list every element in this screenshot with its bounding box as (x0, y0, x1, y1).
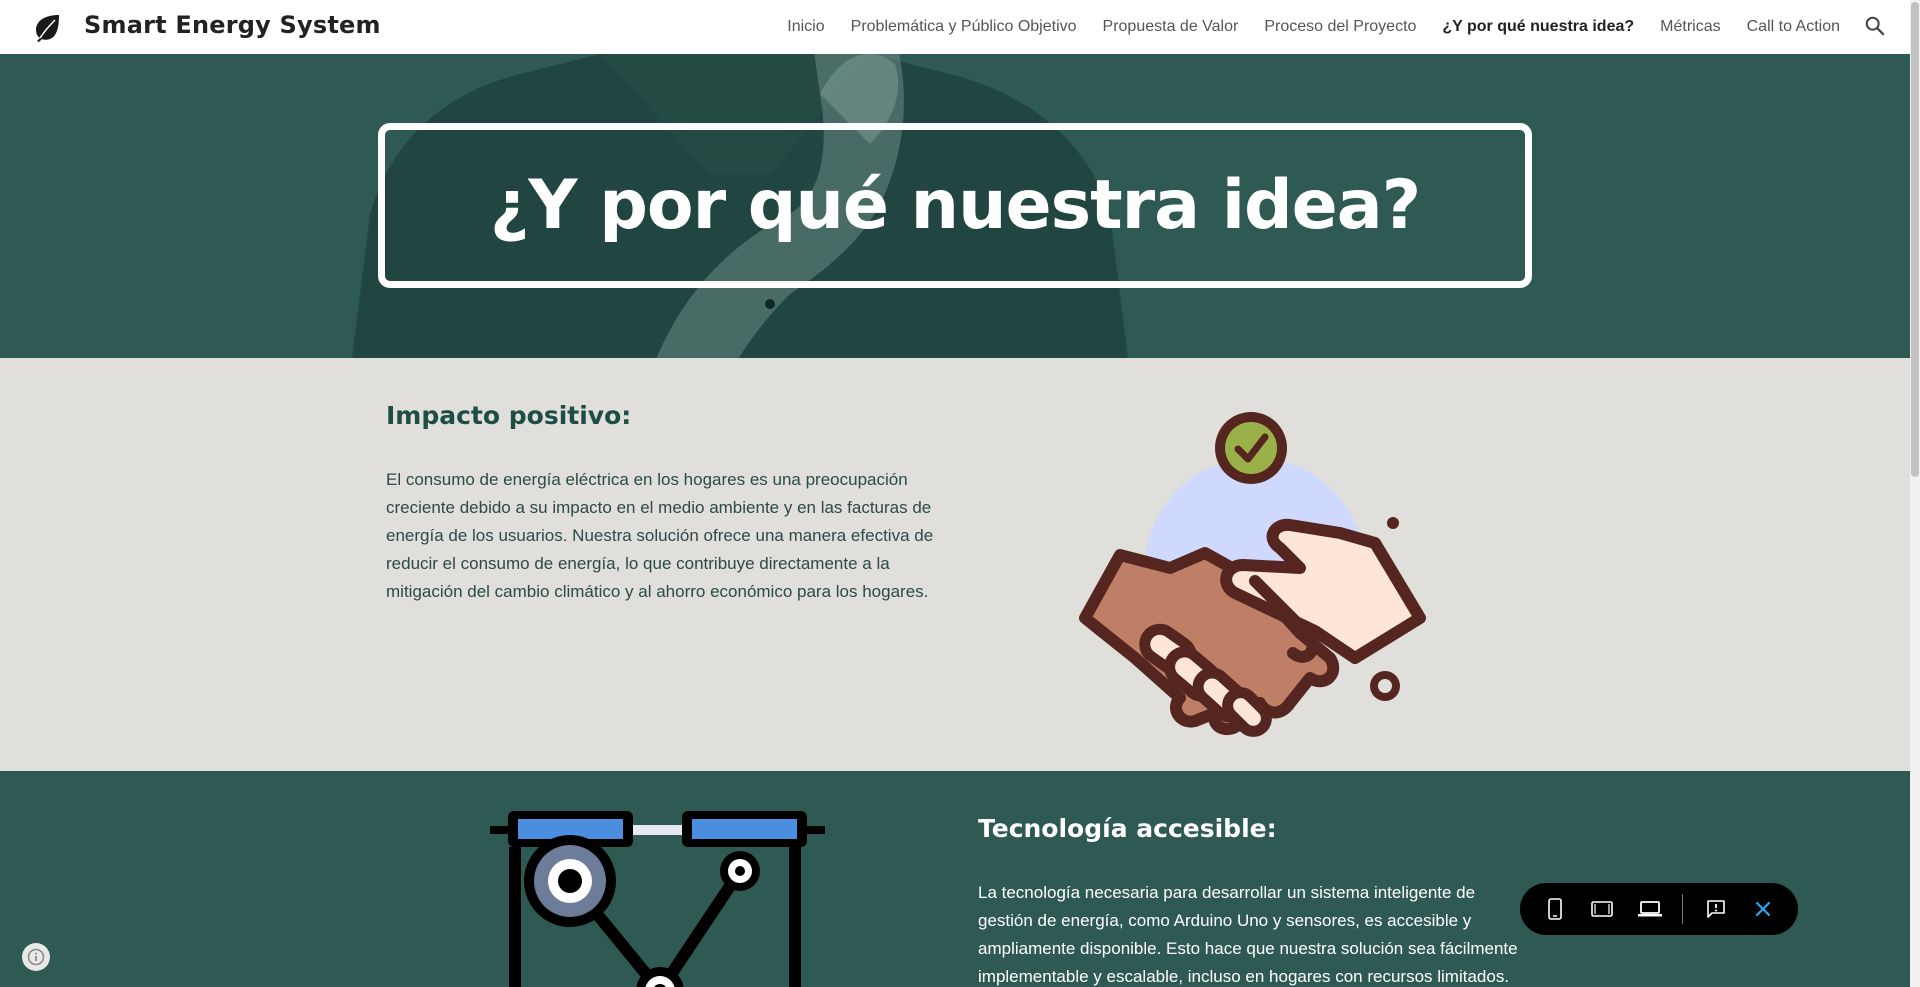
technology-section: Tecnología accesible: La tecnología nece… (0, 771, 1910, 987)
impact-section: Impacto positivo: El consumo de energía … (0, 358, 1910, 771)
site-header: Smart Energy System Inicio Problemática … (0, 0, 1910, 54)
impact-heading: Impacto positivo: (386, 401, 632, 430)
close-icon[interactable] (1751, 897, 1774, 921)
impact-text: El consumo de energía eléctrica en los h… (386, 470, 934, 601)
page-scrollbar[interactable] (1910, 0, 1920, 987)
phone-icon[interactable] (1544, 897, 1567, 921)
main-nav: Inicio Problemática y Público Objetivo P… (761, 0, 1840, 54)
hero-banner: ¿Y por qué nuestra idea? (0, 54, 1910, 358)
nav-item-problematica[interactable]: Problemática y Público Objetivo (851, 18, 1077, 36)
tablet-icon[interactable] (1591, 897, 1614, 921)
site-title[interactable]: Smart Energy System (84, 11, 381, 39)
page-title: ¿Y por qué nuestra idea? (489, 166, 1421, 245)
laptop-icon[interactable] (1637, 897, 1662, 921)
nav-item-proceso[interactable]: Proceso del Proyecto (1264, 18, 1416, 36)
scrollbar-thumb[interactable] (1911, 2, 1919, 477)
hero-title-frame: ¿Y por qué nuestra idea? (378, 123, 1532, 288)
info-icon[interactable] (22, 943, 50, 971)
toolbar-separator (1681, 894, 1683, 924)
leaf-icon[interactable] (32, 12, 62, 42)
machine-illustration (490, 811, 825, 987)
preview-toolbar (1520, 883, 1798, 935)
search-icon[interactable] (1864, 15, 1886, 37)
technology-text: La tecnología necesaria para desarrollar… (978, 883, 1518, 986)
technology-heading: Tecnología accesible: (978, 814, 1277, 843)
nav-item-propuesta[interactable]: Propuesta de Valor (1103, 18, 1239, 36)
nav-item-por-que[interactable]: ¿Y por qué nuestra idea? (1442, 18, 1634, 36)
handshake-check-illustration (1079, 412, 1426, 737)
nav-item-call-to-action[interactable]: Call to Action (1747, 18, 1840, 36)
nav-item-metricas[interactable]: Métricas (1660, 18, 1720, 36)
nav-item-inicio[interactable]: Inicio (787, 18, 824, 36)
feedback-icon[interactable] (1704, 897, 1727, 921)
